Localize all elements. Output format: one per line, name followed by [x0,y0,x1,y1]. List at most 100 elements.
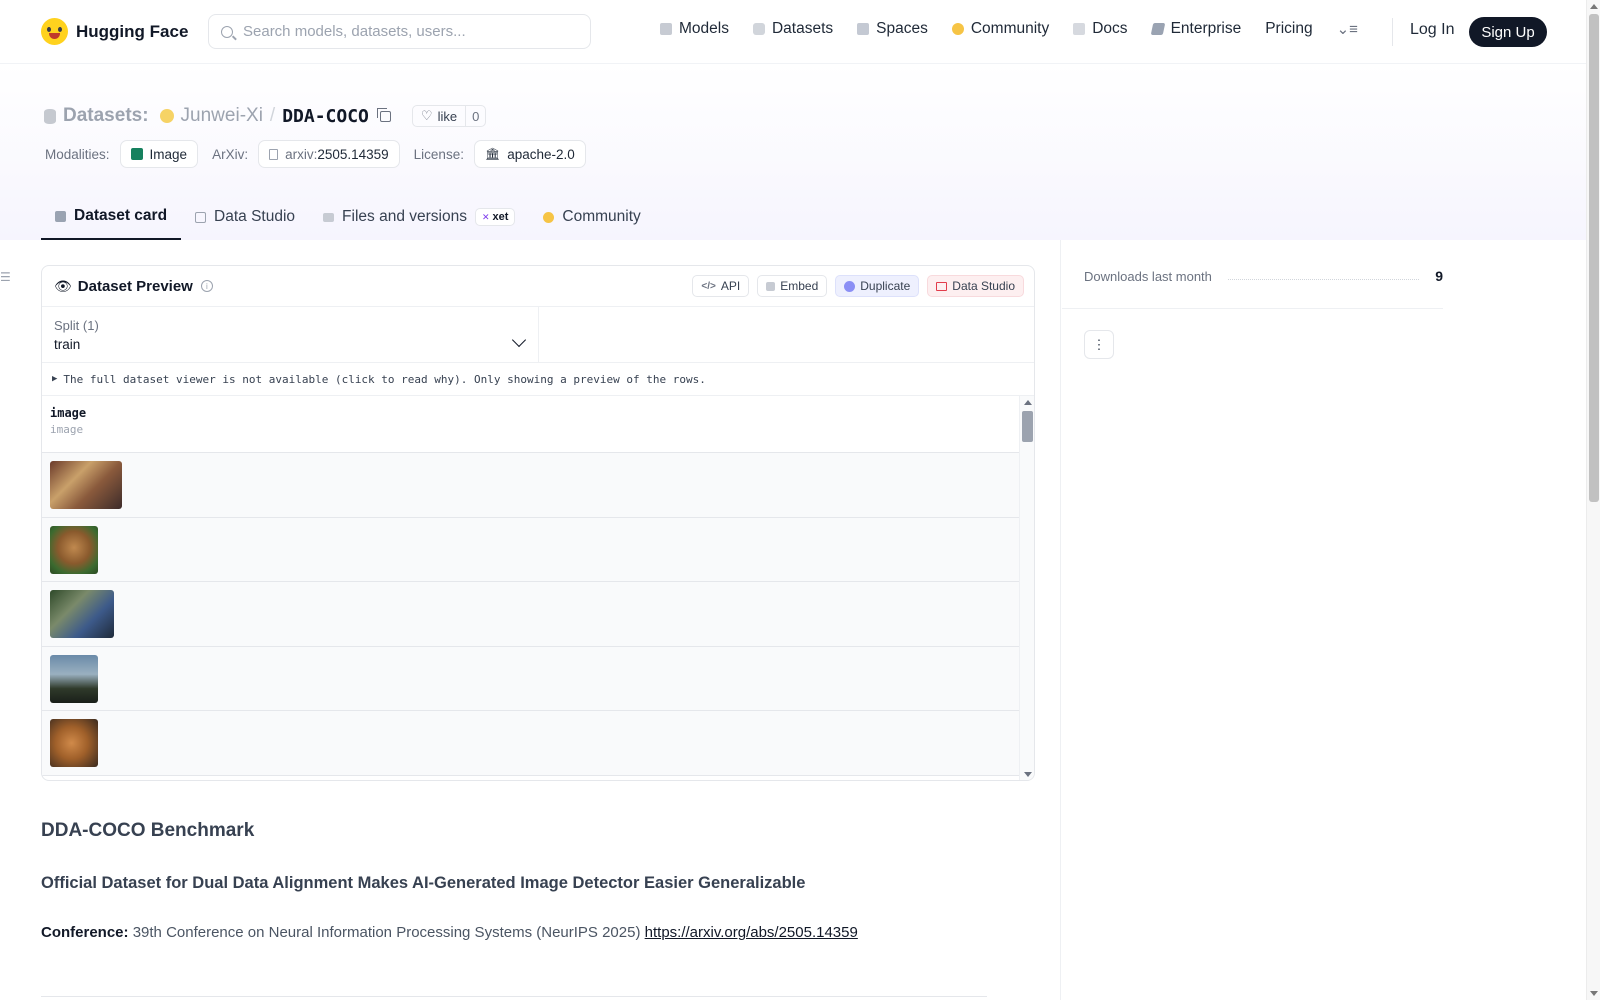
api-button[interactable]: </> API [692,275,750,297]
arxiv-label: ArXiv: [212,146,249,162]
split-selector[interactable]: Split (1) train [42,307,539,362]
page-scrollbar[interactable] [1586,0,1600,1000]
nav-models[interactable]: Models [660,20,729,38]
grid-icon [857,23,870,35]
nav-spaces[interactable]: Spaces [857,20,928,38]
eye-icon: 👁 [54,277,72,294]
table-row[interactable] [42,517,1020,582]
nav-more-menu[interactable]: ⌄≡ [1337,20,1358,38]
tab-data-studio[interactable]: Data Studio [181,194,309,240]
book-icon [1073,23,1086,35]
dotted-leader [1227,272,1420,280]
scroll-down-icon[interactable] [1590,991,1598,996]
column-type: image [50,423,84,436]
image-icon [130,148,143,160]
cube-icon [55,210,66,222]
duplicate-button[interactable]: Duplicate [835,275,920,297]
scroll-down-icon[interactable] [1024,772,1032,777]
section-label[interactable]: Datasets: [63,105,149,127]
column-divider [1060,240,1061,1000]
conference-text: 39th Conference on Neural Information Pr… [132,924,641,941]
like-label: like [437,108,458,124]
files-icon [323,212,335,222]
scroll-up-icon[interactable] [1024,400,1032,405]
arxiv-link[interactable]: https://arxiv.org/abs/2505.14359 [645,924,858,941]
like-count[interactable]: 0 [466,106,485,126]
image-thumbnail[interactable] [50,590,114,638]
conference-line: Conference: 39th Conference on Neural In… [41,924,858,941]
scroll-thumb[interactable] [1022,411,1033,442]
tab-dataset-card[interactable]: Dataset card [41,194,182,240]
repo-metadata: Modalities: Image ArXiv: arxiv:2505.1435… [45,140,600,168]
modality-tag[interactable]: Image [119,140,199,168]
copy-icon[interactable] [376,107,391,122]
tab-files-and-versions[interactable]: Files and versions xet [309,194,529,240]
table-row[interactable] [42,646,1020,711]
like-button[interactable]: ♡ like [413,106,467,126]
repo-name[interactable]: DDA-COCO [282,106,369,127]
dataset-preview: 👁 Dataset Preview i </> API Embed Duplica… [41,265,1035,781]
cube-icon [660,23,672,35]
license-tag[interactable]: 🏛 apache-2.0 [473,140,586,168]
like-widget: ♡ like 0 [411,105,487,127]
breadcrumb-separator: / [269,105,276,126]
database-icon [44,108,56,124]
column-header: image image [42,396,1034,453]
community-icon [951,23,964,35]
user-avatar [159,109,174,123]
preview-actions: </> API Embed Duplicate Data Studio [692,275,1024,297]
license-label: License: [413,146,464,162]
xet-badge: xet [474,208,516,226]
viewer-notice[interactable]: ▶ The full dataset viewer is not availab… [42,363,1034,396]
card-title: DDA-COCO Benchmark [41,820,255,841]
section-divider [41,996,987,997]
nav-datasets[interactable]: Datasets [752,20,833,38]
top-navigation: Hugging Face Models Datasets Spaces Comm… [0,0,1586,64]
info-icon[interactable]: i [200,280,213,292]
downloads-label: Downloads last month [1084,268,1212,284]
table-row[interactable] [42,453,1020,518]
embed-button[interactable]: Embed [757,275,828,297]
signup-button[interactable]: Sign Up [1469,17,1547,47]
tab-community[interactable]: Community [529,194,654,240]
image-thumbnail[interactable] [50,461,122,509]
table-scrollbar[interactable] [1019,396,1034,780]
brand-name: Hugging Face [76,21,189,41]
nav-links: Models Datasets Spaces Community Docs En… [660,20,1358,38]
nav-docs[interactable]: Docs [1073,20,1128,38]
arxiv-tag[interactable]: arxiv:2505.14359 [258,140,400,168]
hugging-face-logo-icon [41,18,68,45]
table-of-contents-toggle-icon[interactable]: ☰ [0,270,11,284]
logo[interactable]: Hugging Face [41,18,188,45]
table-row[interactable] [42,582,1020,647]
data-studio-button[interactable]: Data Studio [927,275,1024,297]
preview-header: 👁 Dataset Preview i </> API Embed Duplica… [42,266,1034,307]
disclosure-triangle-icon: ▶ [52,374,58,384]
scroll-thumb[interactable] [1589,14,1599,502]
table-row[interactable] [42,711,1020,776]
image-thumbnail[interactable] [50,719,98,767]
user-link[interactable]: Junwei-Xi [181,105,263,127]
table-icon [936,281,948,291]
image-thumbnail[interactable] [50,654,98,703]
community-icon [543,211,555,223]
repo-header: Datasets: Junwei-Xi / DDA-COCO ♡ like 0 … [0,64,1586,240]
scroll-up-icon[interactable] [1590,4,1598,9]
modalities-label: Modalities: [45,146,110,162]
nav-enterprise[interactable]: Enterprise [1150,20,1241,38]
split-label: Split (1) [54,318,99,333]
search-box[interactable] [208,14,591,49]
image-thumbnail[interactable] [50,525,98,574]
enterprise-icon [1150,23,1165,35]
search-input[interactable] [243,23,563,40]
more-options-button[interactable]: ⋮ [1084,330,1114,359]
split-value: train [54,337,81,352]
nav-community[interactable]: Community [951,20,1049,38]
login-link[interactable]: Log In [1410,21,1454,39]
heart-icon: ♡ [420,108,433,123]
sidebar-divider [1062,308,1443,309]
table-icon [195,211,207,223]
nav-pricing[interactable]: Pricing [1265,20,1312,38]
embed-icon [766,281,776,291]
breadcrumb: Datasets: Junwei-Xi / DDA-COCO ♡ like 0 [44,105,487,127]
